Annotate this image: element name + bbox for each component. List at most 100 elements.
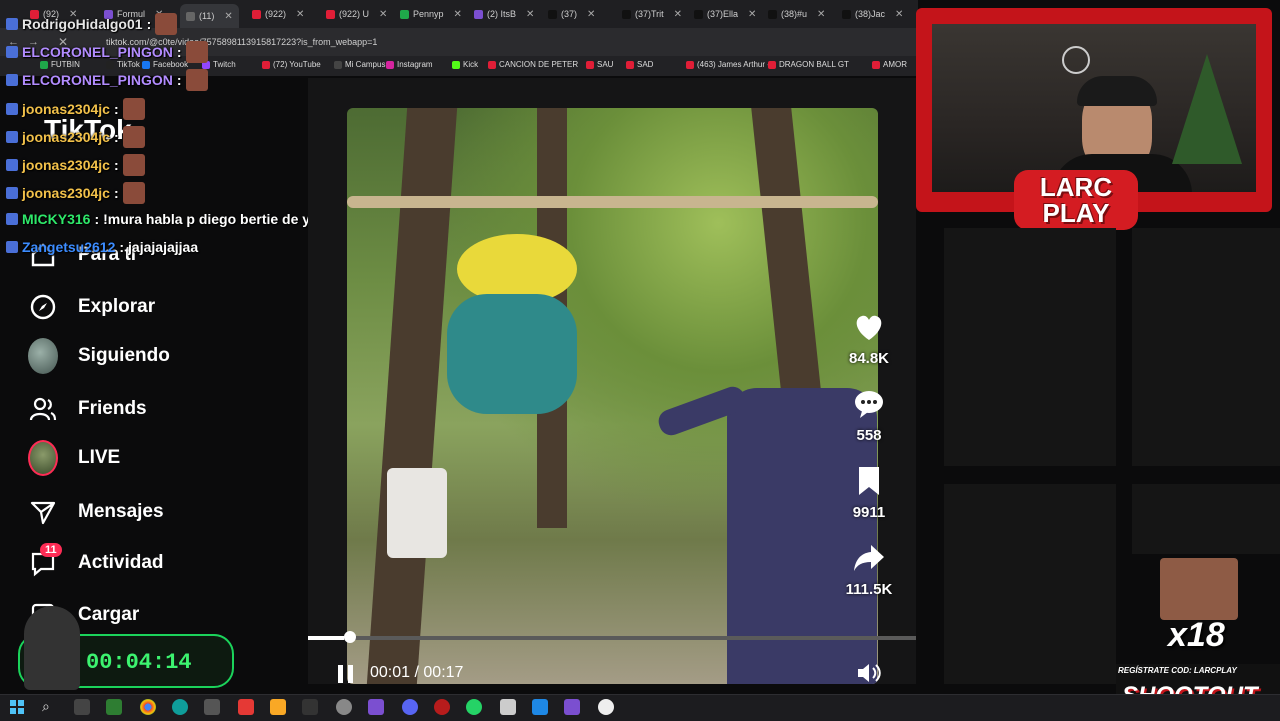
bookmark-favicon-icon: [768, 60, 776, 69]
app-icon[interactable]: [564, 699, 580, 715]
progress-track[interactable]: [308, 636, 916, 640]
bookmark-item[interactable]: Instagram: [386, 60, 433, 69]
store-icon[interactable]: [106, 699, 122, 715]
chrome-icon[interactable]: [140, 699, 156, 715]
tab-close-icon[interactable]: ✕: [674, 9, 682, 20]
webcam-feed: [932, 24, 1256, 192]
tab-close-icon[interactable]: ✕: [379, 9, 387, 20]
like-button[interactable]: 84.8K: [839, 310, 899, 367]
search-icon[interactable]: ⌕: [42, 698, 50, 715]
nav-item-explorar[interactable]: Explorar: [28, 292, 155, 322]
tab-label: (11): [199, 11, 215, 21]
calculator-icon[interactable]: [500, 699, 516, 715]
nav-label: Mensajes: [78, 501, 164, 522]
save-button[interactable]: 9911: [839, 464, 899, 521]
app-icon[interactable]: [434, 699, 450, 715]
nav-item-mensajes[interactable]: Mensajes: [28, 497, 164, 527]
pause-button[interactable]: [336, 664, 356, 684]
chat-emote-icon: [122, 126, 145, 148]
browser-tab[interactable]: (922) U ✕: [326, 4, 387, 24]
tab-label: (38)#u: [781, 9, 808, 19]
streamer-cap: [1077, 76, 1157, 106]
tab-close-icon[interactable]: ✕: [454, 9, 462, 20]
compass-icon: [28, 292, 58, 322]
tab-close-icon[interactable]: ✕: [526, 9, 534, 20]
channel-logo: LARC PLAY: [1014, 170, 1138, 230]
bookmark-item[interactable]: SAU: [586, 60, 613, 69]
tab-favicon-icon: [186, 11, 195, 21]
chat-message: MICKY316: !mura habla p diego bertie de y…: [6, 211, 347, 227]
browser-tab[interactable]: (37) ✕: [548, 4, 595, 24]
tab-close-icon[interactable]: ✕: [296, 9, 304, 20]
chat-text: jajajajajjaa: [128, 239, 199, 255]
comment-button[interactable]: 558: [839, 387, 899, 444]
bookmark-item[interactable]: (463) James Arthur -...: [686, 60, 777, 69]
app-icon[interactable]: [302, 699, 318, 715]
tree-trunk: [366, 108, 458, 684]
progress-fill: [308, 636, 344, 640]
emote-combo-count: x18: [1168, 616, 1225, 654]
browser-tab[interactable]: (922) ✕: [252, 4, 304, 24]
live-avatar: [28, 440, 58, 476]
browser-tab[interactable]: (38)#u ✕: [768, 4, 825, 24]
chat-badge-icon: [6, 159, 18, 171]
chat-message: ELCORONEL_PINGON:: [6, 41, 208, 63]
tab-close-icon[interactable]: ✕: [224, 11, 232, 22]
volume-button[interactable]: [856, 662, 882, 689]
activity-icon: 11: [28, 543, 62, 578]
time-separator: /: [414, 664, 419, 681]
app-icon[interactable]: [368, 699, 384, 715]
bookmark-item[interactable]: Kick: [452, 60, 478, 69]
tab-close-icon[interactable]: ✕: [895, 9, 903, 20]
comment-icon: [855, 391, 883, 418]
chat-username: RodrigoHidalgo01: [22, 16, 143, 32]
bookmark-favicon-icon: [488, 60, 496, 69]
bookmark-label: Instagram: [397, 60, 433, 69]
bookmark-item[interactable]: Mi Campus: [334, 60, 385, 69]
edge-icon[interactable]: [172, 699, 188, 715]
app-icon[interactable]: [204, 699, 220, 715]
bookmark-item[interactable]: AMOR: [872, 60, 907, 69]
browser-tab[interactable]: (37)Ella ✕: [694, 4, 756, 24]
nav-label: Siguiendo: [78, 345, 170, 366]
chat-emote-icon: [185, 69, 208, 91]
progress-handle[interactable]: [344, 631, 356, 643]
browser-tab[interactable]: (11) ✕: [180, 4, 239, 28]
bookmark-item[interactable]: DRAGON BALL GT: [768, 60, 849, 69]
wall-logo-icon: [1062, 46, 1090, 74]
discord-icon[interactable]: [402, 699, 418, 715]
bookmark-item[interactable]: CANCION DE PETER: [488, 60, 578, 69]
browser-tab[interactable]: (2) ItsB ✕: [474, 4, 534, 24]
bookmark-label: Twitch: [213, 60, 236, 69]
nav-item-live[interactable]: LIVE: [28, 440, 120, 476]
bookmark-item[interactable]: (72) YouTube: [262, 60, 321, 69]
whatsapp-icon[interactable]: [466, 699, 482, 715]
bookmark-label: SAD: [637, 60, 654, 69]
video-frame[interactable]: [347, 108, 878, 684]
tab-close-icon[interactable]: ✕: [748, 9, 756, 20]
nav-item-friends[interactable]: Friends: [28, 394, 147, 424]
obs-icon[interactable]: [598, 699, 614, 715]
bookmark-item[interactable]: SAD: [626, 60, 653, 69]
browser-tab[interactable]: (37)Trit ✕: [622, 4, 682, 24]
word-icon[interactable]: [532, 699, 548, 715]
save-count: 9911: [852, 504, 886, 521]
app-icon[interactable]: [238, 699, 254, 715]
tab-label: (922) U: [339, 9, 370, 19]
tab-close-icon[interactable]: ✕: [587, 9, 595, 20]
windows-start-icon[interactable]: [10, 700, 24, 719]
share-button[interactable]: 111.5K: [839, 541, 899, 598]
emote-image: [1160, 558, 1238, 620]
tab-label: (37)Trit: [635, 9, 664, 19]
nav-item-siguiendo[interactable]: Siguiendo: [28, 338, 170, 374]
nav-item-actividad[interactable]: 11 Actividad: [28, 543, 164, 578]
tab-close-icon[interactable]: ✕: [817, 9, 825, 20]
task-view-icon[interactable]: [74, 699, 90, 715]
browser-tab[interactable]: Pennyp ✕: [400, 4, 462, 24]
app-icon[interactable]: [336, 699, 352, 715]
current-time: 00:01: [370, 664, 411, 681]
chat-emote-icon: [155, 13, 178, 35]
folder-icon[interactable]: [270, 699, 286, 715]
browser-tab[interactable]: (38)Jac ✕: [842, 4, 903, 24]
time-display: 00:01 / 00:17: [370, 664, 463, 682]
